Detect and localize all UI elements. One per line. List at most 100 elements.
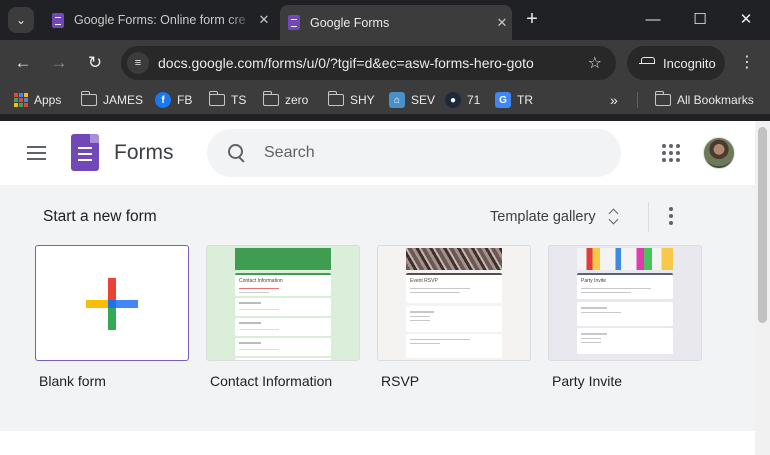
forms-favicon-icon	[288, 15, 300, 30]
browser-toolbar: ← → ↻ ≡ docs.google.com/forms/u/0/?tgif=…	[0, 40, 770, 86]
bookmark-label: FB	[177, 93, 193, 107]
browser-menu-button[interactable]: ⋮	[737, 51, 757, 75]
overflow-chevron-icon: »	[610, 92, 618, 108]
page-scrollbar[interactable]	[755, 121, 770, 455]
scrollbar-thumb[interactable]	[758, 127, 767, 323]
thumb-form-title: Contact Information	[239, 278, 283, 284]
app-title[interactable]: Forms	[114, 141, 174, 165]
thumb-questions	[235, 296, 331, 360]
plus-icon	[86, 278, 138, 330]
bookmarks-bar: Apps JAMES f FB TS zero SHY ⌂ SEV ● 71 G…	[0, 86, 770, 114]
bookmark-label: JAMES	[103, 93, 144, 107]
incognito-icon	[639, 57, 655, 69]
bookmark-label: SEV	[411, 93, 436, 107]
bookmark-fb[interactable]: f FB	[155, 92, 192, 108]
incognito-label: Incognito	[663, 55, 716, 71]
bookmark-star-icon[interactable]: ☆	[588, 53, 602, 73]
thumb-form-title: Event RSVP	[410, 278, 438, 284]
bookmark-ts[interactable]: TS	[208, 91, 247, 107]
unfold-icon	[609, 208, 619, 226]
folder-icon	[208, 91, 225, 106]
template-gallery-button[interactable]: Template gallery	[490, 208, 619, 226]
tab-title: Google Forms	[310, 15, 390, 30]
template-label[interactable]: Contact Information	[210, 373, 332, 389]
google-apps-icon[interactable]	[662, 144, 680, 162]
back-button[interactable]: ←	[11, 51, 35, 75]
bookmark-label: TS	[231, 93, 247, 107]
section-heading: Start a new form	[43, 208, 157, 225]
thumb-form-card: Contact Information	[235, 273, 331, 296]
translate-icon: G	[495, 92, 511, 108]
more-options-icon[interactable]	[668, 207, 674, 227]
reload-button[interactable]: ↻	[83, 51, 107, 75]
avatar[interactable]	[703, 137, 735, 169]
thumb-form-card: Party Invite	[577, 273, 673, 299]
minimize-button[interactable]: —	[640, 8, 666, 32]
close-icon[interactable]: ✕	[492, 15, 512, 31]
template-label[interactable]: Blank form	[39, 373, 106, 389]
template-gallery-label: Template gallery	[490, 209, 596, 225]
forms-logo-icon[interactable]	[71, 134, 99, 171]
close-window-button[interactable]: ✕	[733, 8, 759, 32]
template-blank-form[interactable]	[35, 245, 189, 361]
forward-button[interactable]: →	[47, 51, 71, 75]
template-rsvp[interactable]: Event RSVP	[377, 245, 531, 361]
template-contact-information[interactable]: Contact Information	[206, 245, 360, 361]
address-bar[interactable]: ≡ docs.google.com/forms/u/0/?tgif=d&ec=a…	[121, 46, 616, 80]
thumb-question	[577, 328, 673, 354]
folder-icon	[262, 91, 279, 106]
thumb-question	[406, 334, 502, 358]
bookmark-james[interactable]: JAMES	[80, 91, 144, 107]
plus-icon: +	[526, 8, 538, 30]
forms-favicon-icon	[52, 12, 64, 28]
thumb-header-image	[406, 248, 502, 270]
tab-strip: ⌄ Google Forms: Online form cre ✕ Google…	[0, 0, 770, 40]
search-bar[interactable]	[207, 129, 621, 177]
url-text[interactable]: docs.google.com/forms/u/0/?tgif=d&ec=asw…	[158, 55, 588, 71]
recent-forms-area	[0, 431, 755, 455]
sev-icon: ⌂	[389, 92, 405, 108]
folder-icon	[80, 91, 97, 106]
incognito-indicator[interactable]: Incognito	[627, 46, 725, 80]
bookmark-zero[interactable]: zero	[262, 91, 309, 107]
bookmark-sev[interactable]: ⌂ SEV	[389, 92, 435, 108]
folder-icon	[327, 91, 344, 106]
site-71-icon: ●	[445, 92, 461, 108]
header-divider	[648, 202, 649, 232]
close-icon[interactable]: ✕	[254, 12, 274, 28]
thumb-header-image	[235, 248, 331, 270]
tab-google-forms-online[interactable]: Google Forms: Online form cre ✕	[44, 5, 274, 35]
main-menu-icon[interactable]	[27, 146, 46, 160]
arrow-left-icon: ←	[14, 53, 32, 72]
bookmark-label: TR	[517, 93, 533, 107]
bookmarks-separator	[637, 92, 638, 108]
site-info-icon[interactable]: ≡	[127, 52, 149, 74]
template-label[interactable]: RSVP	[381, 373, 419, 389]
search-icon[interactable]	[227, 143, 247, 163]
forms-header: Forms	[0, 121, 755, 185]
template-label[interactable]: Party Invite	[552, 373, 622, 389]
bookmark-tr[interactable]: G TR	[495, 92, 533, 108]
bookmark-shy[interactable]: SHY	[327, 91, 375, 107]
tab-google-forms[interactable]: Google Forms ✕	[280, 5, 512, 40]
minimize-icon: —	[645, 11, 661, 28]
template-party-invite[interactable]: Party Invite	[548, 245, 702, 361]
tab-title: Google Forms: Online form cre	[74, 13, 246, 27]
bookmark-71[interactable]: ● 71	[445, 92, 480, 108]
thumb-form-card: Event RSVP	[406, 273, 502, 303]
reload-icon: ↻	[87, 53, 103, 72]
tab-search-button[interactable]: ⌄	[8, 7, 34, 33]
bookmarks-overflow-button[interactable]: »	[610, 92, 618, 108]
bookmark-label: SHY	[350, 93, 375, 107]
search-input[interactable]	[264, 144, 564, 162]
more-vert-icon: ⋮	[739, 54, 755, 71]
apps-grid-icon	[14, 93, 28, 107]
maximize-button[interactable]: ☐	[687, 8, 713, 32]
all-bookmarks-button[interactable]: All Bookmarks	[654, 91, 754, 107]
bookmark-label: Apps	[34, 93, 62, 107]
arrow-right-icon: →	[50, 53, 68, 72]
bookmark-label: zero	[285, 93, 309, 107]
close-icon: ✕	[739, 11, 753, 28]
bookmark-apps[interactable]: Apps	[14, 93, 61, 107]
new-tab-button[interactable]: +	[521, 8, 543, 30]
